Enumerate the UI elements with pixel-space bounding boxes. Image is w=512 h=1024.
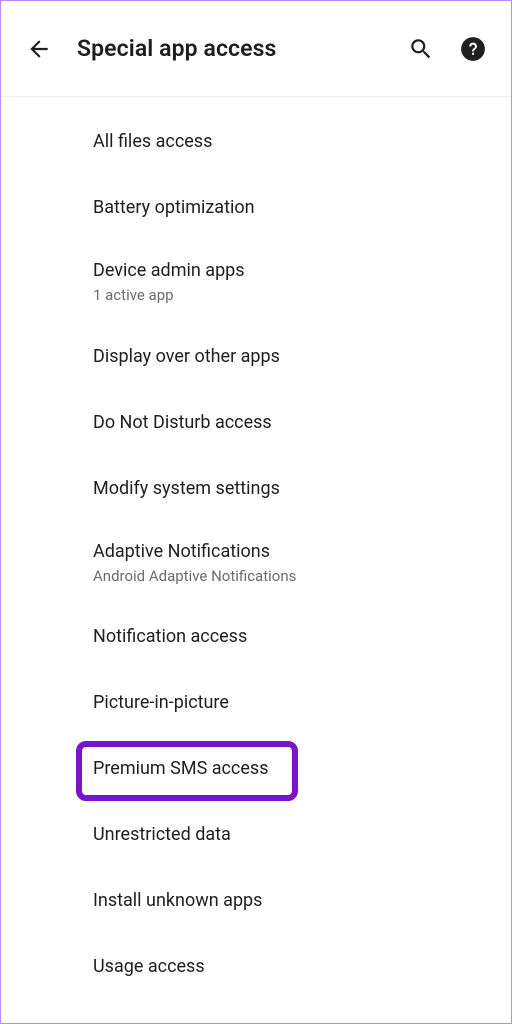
list-item-label: All files access	[93, 130, 511, 154]
list-item-label: Notification access	[93, 625, 511, 649]
list-item-label: Picture-in-picture	[93, 691, 511, 715]
item-do-not-disturb-access[interactable]: Do Not Disturb access	[1, 390, 511, 456]
help-icon	[460, 36, 486, 62]
item-premium-sms-access[interactable]: Premium SMS access	[1, 737, 511, 803]
item-notification-access[interactable]: Notification access	[1, 605, 511, 671]
list-item-label: Unrestricted data	[93, 823, 511, 847]
back-arrow-icon	[26, 36, 52, 62]
list-item-label: Install unknown apps	[93, 889, 511, 913]
item-install-unknown-apps[interactable]: Install unknown apps	[1, 869, 511, 935]
list-item-label: Usage access	[93, 955, 511, 979]
item-battery-optimization[interactable]: Battery optimization	[1, 175, 511, 241]
item-picture-in-picture[interactable]: Picture-in-picture	[1, 671, 511, 737]
app-frame: Special app access All files access Batt…	[0, 0, 512, 1024]
list-item-label: Display over other apps	[93, 345, 511, 369]
item-display-over-other-apps[interactable]: Display over other apps	[1, 324, 511, 390]
item-all-files-access[interactable]: All files access	[1, 109, 511, 175]
list-item-sublabel: Android Adaptive Notifications	[93, 567, 511, 587]
list-item-label: Modify system settings	[93, 477, 511, 501]
item-unrestricted-data[interactable]: Unrestricted data	[1, 803, 511, 869]
list-item-label: Adaptive Notifications	[93, 540, 511, 564]
list-item-sublabel: 1 active app	[93, 286, 511, 306]
list-item-label: Premium SMS access	[93, 757, 511, 781]
item-adaptive-notifications[interactable]: Adaptive Notifications Android Adaptive …	[1, 522, 511, 605]
search-button[interactable]	[401, 29, 441, 69]
item-device-admin-apps[interactable]: Device admin apps 1 active app	[1, 241, 511, 324]
settings-list: All files access Battery optimization De…	[1, 97, 511, 1001]
back-button[interactable]	[19, 29, 59, 69]
list-item-label: Do Not Disturb access	[93, 411, 511, 435]
list-item-label: Battery optimization	[93, 196, 511, 220]
app-bar: Special app access	[1, 1, 511, 97]
item-usage-access[interactable]: Usage access	[1, 935, 511, 1001]
page-title: Special app access	[77, 35, 401, 62]
list-item-label: Device admin apps	[93, 259, 511, 283]
help-button[interactable]	[453, 29, 493, 69]
item-modify-system-settings[interactable]: Modify system settings	[1, 456, 511, 522]
search-icon	[408, 36, 434, 62]
